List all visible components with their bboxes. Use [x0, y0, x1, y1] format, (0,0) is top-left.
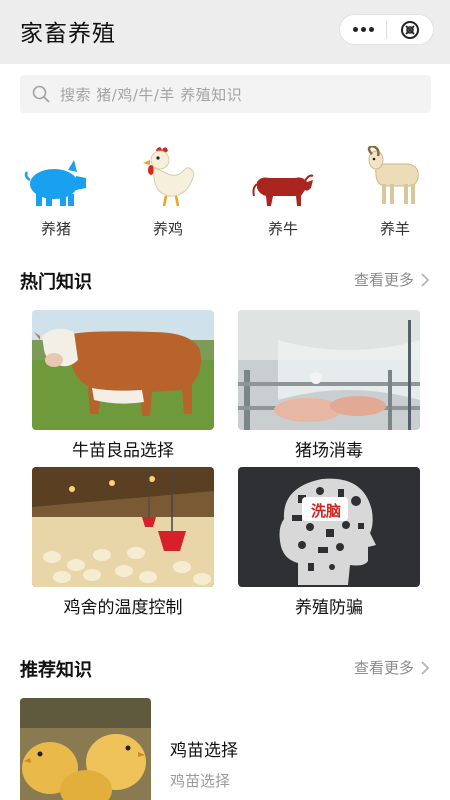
more-dots-icon: [352, 27, 374, 32]
hot-section-title: 热门知识: [20, 272, 92, 293]
hot-card-caption: 鸡舍的温度控制: [63, 598, 183, 618]
recommend-section-title: 推荐知识: [20, 660, 92, 681]
hot-card-caption: 猪场消毒: [295, 441, 363, 461]
brainwash-badge: 洗脑: [310, 502, 341, 520]
recommend-item-title: 鸡苗选择: [170, 741, 238, 761]
bull-icon: [252, 174, 314, 206]
chevron-right-icon: [421, 272, 430, 287]
chicken-icon: [143, 147, 195, 207]
more-menu-button[interactable]: [340, 15, 386, 44]
sheep-icon: [367, 146, 419, 204]
recommend-item-subtitle: 鸡苗选择: [170, 772, 231, 790]
search-placeholder: 搜索 猪/鸡/牛/羊 养殖知识: [60, 85, 243, 104]
hot-card[interactable]: 洗脑 养殖防骗: [238, 467, 420, 618]
view-more-label: 查看更多: [353, 659, 414, 677]
category-label: 养鸡: [152, 220, 183, 238]
brainwash-illustration: 洗脑: [238, 467, 420, 587]
hot-card[interactable]: 猪场消毒: [238, 310, 420, 461]
recommend-view-more-link[interactable]: 查看更多: [354, 657, 430, 678]
category-cattle[interactable]: 养牛: [243, 140, 323, 239]
hot-card-caption: 养殖防骗: [295, 598, 363, 618]
category-label: 养牛: [267, 220, 298, 238]
category-grid: 养猪 养鸡 养牛 养羊: [0, 140, 450, 240]
category-label: 养猪: [40, 220, 71, 238]
category-pig[interactable]: 养猪: [16, 140, 96, 239]
chevron-right-icon: [421, 660, 430, 675]
category-label: 养羊: [379, 220, 410, 238]
category-chicken[interactable]: 养鸡: [128, 140, 208, 239]
close-circle-icon: [401, 20, 419, 39]
view-more-label: 查看更多: [353, 271, 414, 289]
app-title: 家畜养殖: [20, 21, 116, 47]
cattle-photo: [32, 310, 214, 430]
pig-farm-photo: [238, 310, 420, 430]
search-input[interactable]: 搜索 猪/鸡/牛/羊 养殖知识: [20, 75, 431, 113]
hot-view-more-link[interactable]: 查看更多: [354, 269, 430, 290]
hot-card[interactable]: 牛苗良品选择: [32, 310, 214, 461]
miniprogram-capsule: [339, 14, 434, 45]
category-sheep[interactable]: 养羊: [355, 140, 435, 239]
search-icon: [32, 85, 50, 103]
chicks-photo: [20, 698, 151, 800]
pig-icon: [24, 160, 86, 206]
close-button[interactable]: [387, 15, 433, 44]
hot-card[interactable]: 鸡舍的温度控制: [32, 467, 214, 618]
navigation-bar: 家畜养殖: [0, 0, 450, 64]
hot-card-caption: 牛苗良品选择: [72, 441, 174, 461]
recommend-list-item[interactable]: 鸡苗选择 鸡苗选择: [20, 698, 430, 800]
chicken-coop-photo: [32, 467, 214, 587]
